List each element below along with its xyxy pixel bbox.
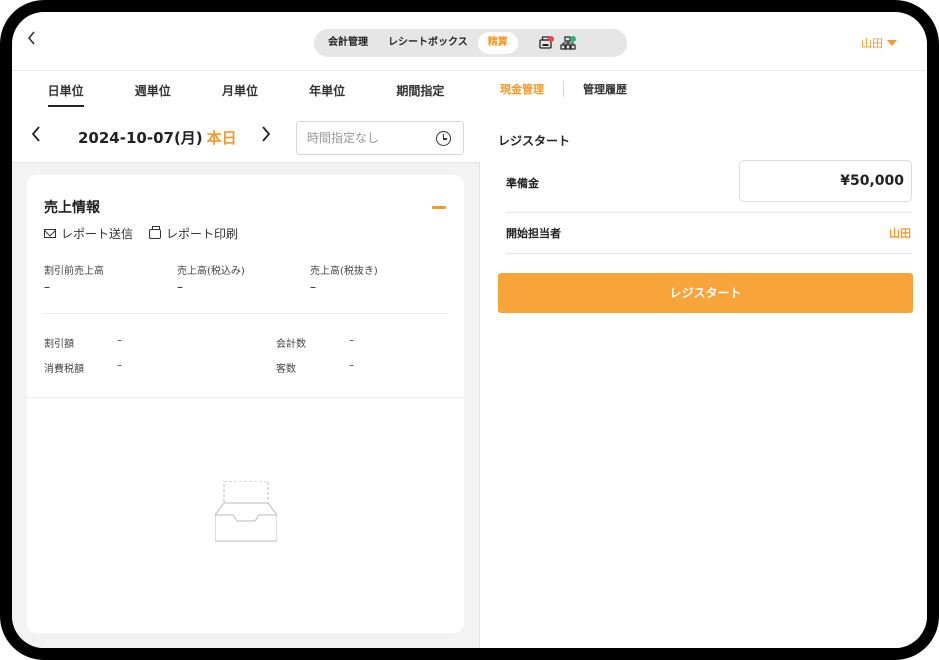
tab-weekly[interactable]: 週単位 xyxy=(135,71,171,111)
chevron-left-icon xyxy=(27,31,35,45)
row-value: – xyxy=(349,360,354,371)
back-button[interactable] xyxy=(26,30,46,54)
cash-label: 準備金 xyxy=(506,177,539,190)
network-ok-icon[interactable] xyxy=(560,35,576,51)
period-tabs: 日単位 週単位 月単位 年単位 期間指定 xyxy=(12,71,480,111)
send-report-button[interactable]: レポート送信 xyxy=(44,225,133,242)
sales-pane: 日単位 週単位 月単位 年単位 期間指定 2024-10-07(月) 本日 時間指… xyxy=(12,71,480,648)
tab-receipt-box[interactable]: レシートボックス xyxy=(378,32,478,54)
tab-management-history[interactable]: 管理履歴 xyxy=(583,81,627,97)
metric-value: – xyxy=(44,280,50,294)
divider xyxy=(44,313,448,314)
tab-separator xyxy=(563,81,564,97)
tab-yearly[interactable]: 年単位 xyxy=(309,71,345,111)
today-label: 本日 xyxy=(206,129,237,147)
time-filter-placeholder: 時間指定なし xyxy=(307,131,380,145)
send-report-label: レポート送信 xyxy=(61,227,134,241)
tab-settlement[interactable]: 精算 xyxy=(477,32,518,54)
top-bar: 会計管理 レシートボックス 精算 山田 xyxy=(12,12,927,71)
current-date: 2024-10-07(月) 本日 xyxy=(78,127,237,148)
cash-tabs: 現金管理 管理履歴 xyxy=(500,81,627,97)
user-menu[interactable]: 山田 xyxy=(861,35,897,51)
time-filter-input[interactable]: 時間指定なし xyxy=(296,121,464,155)
report-actions: レポート送信 レポート印刷 xyxy=(44,225,238,242)
staff-label: 開始担当者 xyxy=(506,227,561,240)
print-report-button[interactable]: レポート印刷 xyxy=(149,225,238,242)
empty-tray-icon xyxy=(215,481,277,542)
screen: 会計管理 レシートボックス 精算 山田 日単位 週単位 月単位 年単位 期間指定… xyxy=(12,12,927,648)
metric-value: – xyxy=(177,280,183,294)
row-label: 割引額 xyxy=(44,339,74,350)
row-label: 客数 xyxy=(276,364,296,375)
row-value: – xyxy=(117,360,122,371)
metric-label: 売上高(税込み) xyxy=(177,266,245,277)
printer-error-icon[interactable] xyxy=(538,35,554,51)
cash-amount-input[interactable]: ¥50,000 xyxy=(739,160,912,202)
printer-icon xyxy=(149,225,162,239)
next-day-button[interactable] xyxy=(258,125,274,147)
tablet-frame: 会計管理 レシートボックス 精算 山田 日単位 週単位 月単位 年単位 期間指定… xyxy=(0,0,939,660)
prev-day-button[interactable] xyxy=(28,125,44,147)
metric-value: – xyxy=(310,280,316,294)
tab-accounting[interactable]: 会計管理 xyxy=(318,32,378,54)
chevron-right-icon xyxy=(262,126,271,142)
print-report-label: レポート印刷 xyxy=(166,227,239,241)
row-value: – xyxy=(349,335,354,346)
sales-info-card: 売上情報 レポート送信 レポート印刷 割引前売上高 – 売上高(税込み) – 売… xyxy=(27,175,464,633)
tab-daily[interactable]: 日単位 xyxy=(47,71,84,111)
tab-monthly[interactable]: 月単位 xyxy=(222,71,258,111)
card-separator xyxy=(27,397,464,398)
staff-row: 開始担当者 山田 xyxy=(506,213,912,254)
register-start-button[interactable]: レジスタート xyxy=(498,273,913,313)
user-name: 山田 xyxy=(861,37,883,50)
cash-management-pane: 現金管理 管理履歴 レジスタート 準備金 ¥50,000 開始担当者 山田 レジ… xyxy=(481,71,927,648)
collapse-button[interactable] xyxy=(432,206,446,209)
row-value: – xyxy=(117,335,122,346)
date-bar: 2024-10-07(月) 本日 時間指定なし xyxy=(12,111,480,163)
section-title: レジスタート xyxy=(498,134,571,148)
row-label: 消費税額 xyxy=(44,364,84,375)
mode-switcher: 会計管理 レシートボックス 精算 xyxy=(314,29,627,57)
card-title: 売上情報 xyxy=(44,200,100,216)
staff-selector[interactable]: 山田 xyxy=(889,225,911,241)
chevron-left-icon xyxy=(31,126,40,142)
metric-label: 売上高(税抜き) xyxy=(310,266,378,277)
mail-icon xyxy=(44,229,56,238)
cash-row: 準備金 ¥50,000 xyxy=(506,155,912,213)
caret-down-icon xyxy=(887,40,897,46)
metric-label: 割引前売上高 xyxy=(44,266,104,277)
tab-custom-period[interactable]: 期間指定 xyxy=(396,71,444,111)
tab-cash-management[interactable]: 現金管理 xyxy=(500,81,544,97)
date-value: 2024-10-07(月) xyxy=(78,129,203,147)
status-icons xyxy=(538,35,576,51)
row-label: 会計数 xyxy=(276,339,306,350)
clock-icon xyxy=(436,131,451,146)
